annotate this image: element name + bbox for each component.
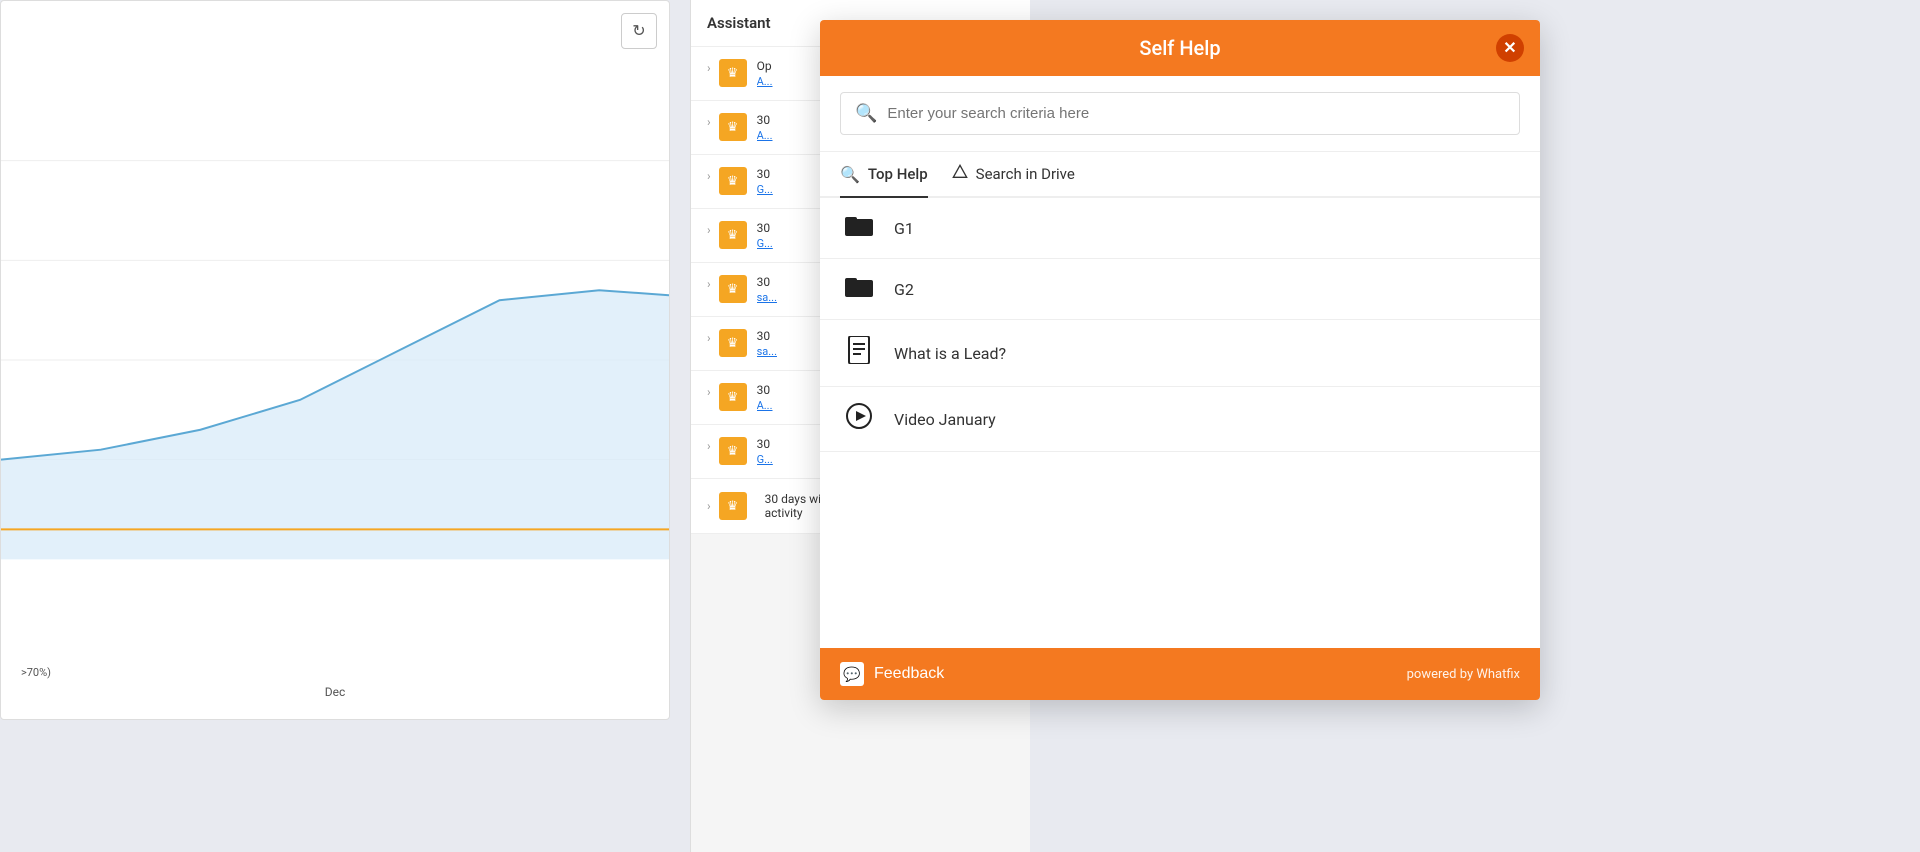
self-help-title: Self Help <box>1139 36 1220 60</box>
feedback-button[interactable]: 💬 Feedback <box>840 662 944 686</box>
self-help-content-list: G1 G2 What is a Lead? <box>820 198 1540 648</box>
self-help-header: Self Help ✕ <box>820 20 1540 76</box>
chevron-right-icon: › <box>707 331 711 345</box>
crown-icon: ♛ <box>719 221 747 249</box>
search-input[interactable] <box>887 105 1505 122</box>
crown-icon: ♛ <box>719 59 747 87</box>
crown-icon: ♛ <box>719 383 747 411</box>
content-item-label: What is a Lead? <box>894 344 1006 363</box>
crown-icon: ♛ <box>719 492 747 520</box>
chevron-right-icon: › <box>707 223 711 237</box>
crown-icon: ♛ <box>719 329 747 357</box>
content-item-label: G2 <box>894 280 914 299</box>
search-input-wrapper[interactable]: 🔍 <box>840 92 1520 135</box>
content-item-g1[interactable]: G1 <box>820 198 1540 259</box>
play-icon <box>844 403 874 435</box>
crown-icon: ♛ <box>719 437 747 465</box>
folder-icon <box>844 275 874 303</box>
search-tab-icon: 🔍 <box>840 165 860 184</box>
crown-icon: ♛ <box>719 167 747 195</box>
feedback-label: Feedback <box>874 665 944 683</box>
tabs-bar: 🔍 Top Help Search in Drive <box>820 152 1540 198</box>
self-help-panel: Self Help ✕ 🔍 🔍 Top Help Search in Drive <box>820 20 1540 700</box>
crown-icon: ♛ <box>719 275 747 303</box>
tab-search-in-drive-label: Search in Drive <box>976 165 1075 183</box>
tab-search-in-drive[interactable]: Search in Drive <box>952 152 1075 198</box>
chart-panel: ↻ Dec >70%) <box>0 0 670 720</box>
search-section: 🔍 <box>820 76 1540 152</box>
tab-top-help[interactable]: 🔍 Top Help <box>840 152 928 198</box>
chevron-right-icon: › <box>707 277 711 291</box>
chevron-right-icon: › <box>707 385 711 399</box>
chevron-right-icon: › <box>707 439 711 453</box>
chart-refresh-button[interactable]: ↻ <box>621 13 657 49</box>
folder-icon <box>844 214 874 242</box>
chart-x-label: Dec <box>325 685 346 699</box>
chevron-right-icon: › <box>707 61 711 75</box>
chart-bottom-label: >70%) <box>21 666 51 679</box>
content-item-g2[interactable]: G2 <box>820 259 1540 320</box>
document-icon <box>844 336 874 370</box>
tab-top-help-label: Top Help <box>868 165 928 183</box>
chevron-right-icon: › <box>707 169 711 183</box>
drive-tab-icon <box>952 164 968 184</box>
chevron-right-icon: › <box>707 115 711 129</box>
content-item-label: G1 <box>894 219 914 238</box>
content-item-video-january[interactable]: Video January <box>820 387 1540 452</box>
close-button[interactable]: ✕ <box>1496 34 1524 62</box>
crown-icon: ♛ <box>719 113 747 141</box>
search-icon: 🔍 <box>855 103 877 124</box>
content-item-what-is-lead[interactable]: What is a Lead? <box>820 320 1540 387</box>
chevron-right-icon: › <box>707 499 711 513</box>
powered-by-label: powered by Whatfix <box>1407 667 1520 682</box>
content-item-label: Video January <box>894 410 996 429</box>
self-help-footer: 💬 Feedback powered by Whatfix <box>820 648 1540 700</box>
feedback-icon: 💬 <box>840 662 864 686</box>
